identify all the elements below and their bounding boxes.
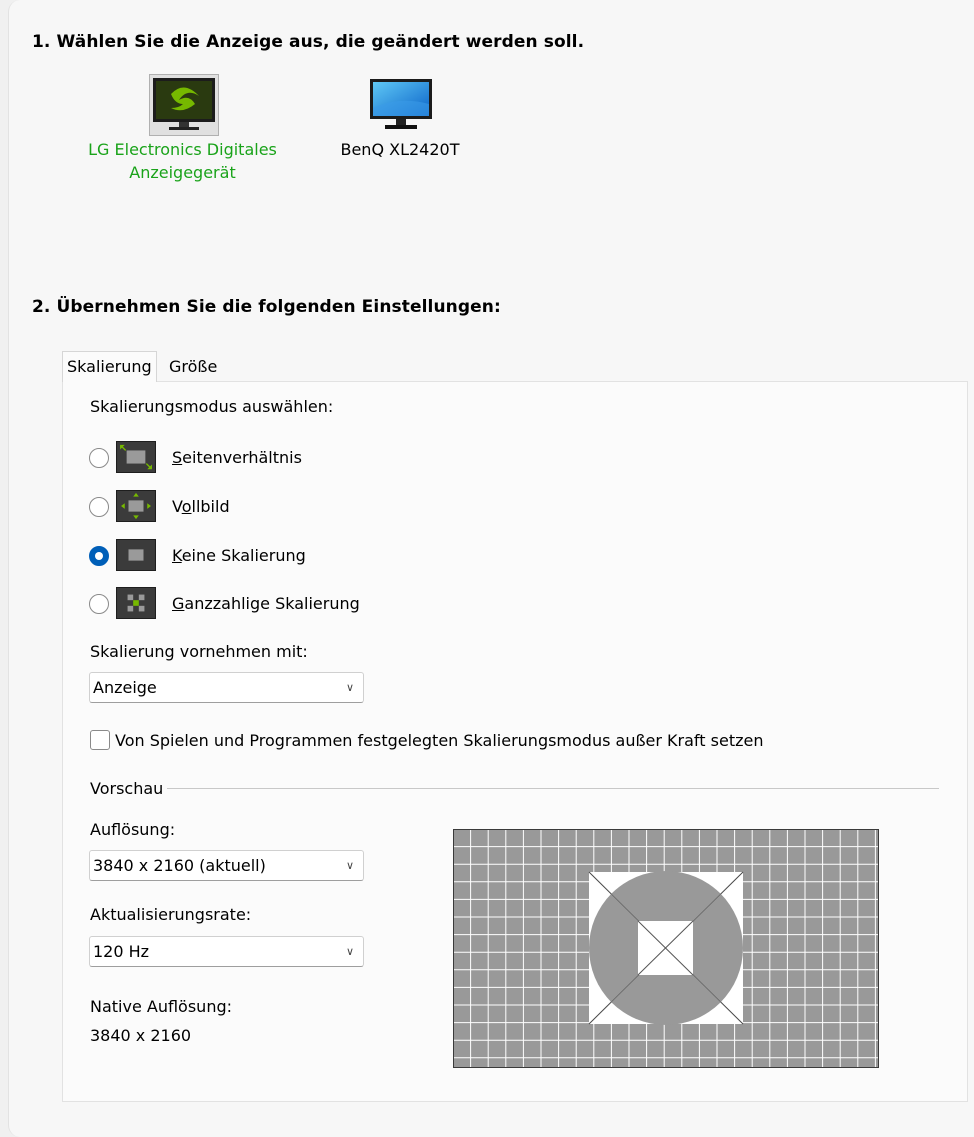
resolution-select[interactable]: 3840 x 2160 (aktuell) ∨ xyxy=(89,850,364,881)
radio-keine-skalierung[interactable] xyxy=(89,546,109,566)
mode-label-seitenverhaeltnis[interactable]: Seitenverhältnis xyxy=(172,448,302,467)
radio-ganzzahlige-skalierung[interactable] xyxy=(89,594,109,614)
display-benq-name: BenQ XL2420T xyxy=(340,140,460,159)
chevron-down-icon: ∨ xyxy=(345,859,354,872)
fullscreen-icon xyxy=(116,490,156,522)
native-resolution-value: 3840 x 2160 xyxy=(90,1026,192,1045)
monitor-icon xyxy=(370,79,432,129)
mode-label-vollbild[interactable]: Vollbild xyxy=(172,497,230,516)
step1-heading: 1. Wählen Sie die Anzeige aus, die geänd… xyxy=(32,32,585,52)
display-lg-name-line2: Anzeigegerät xyxy=(129,163,236,182)
nvidia-monitor-icon xyxy=(149,74,219,136)
tab-skalierung[interactable]: Skalierung xyxy=(62,351,157,382)
display-lg-name-line1: LG Electronics Digitales xyxy=(88,140,277,159)
preview-group-divider xyxy=(167,788,939,789)
no-scaling-icon xyxy=(116,539,156,571)
tab-groesse[interactable]: Größe xyxy=(165,352,221,382)
perform-scaling-value: Anzeige xyxy=(93,678,157,697)
radio-vollbild[interactable] xyxy=(89,497,109,517)
aspect-ratio-icon xyxy=(116,441,156,473)
radio-seitenverhaeltnis[interactable] xyxy=(89,448,109,468)
refresh-rate-select[interactable]: 120 Hz ∨ xyxy=(89,936,364,967)
preview-test-pattern xyxy=(453,829,879,1068)
chevron-down-icon: ∨ xyxy=(345,945,354,958)
integer-scaling-icon xyxy=(116,587,156,619)
preview-group-label: Vorschau xyxy=(90,779,164,798)
step2-heading: 2. Übernehmen Sie die folgenden Einstell… xyxy=(32,297,501,317)
mode-label-keine-skalierung[interactable]: Keine Skalierung xyxy=(172,546,306,565)
override-checkbox[interactable] xyxy=(90,730,110,750)
refresh-rate-value: 120 Hz xyxy=(93,942,150,961)
resolution-label: Auflösung: xyxy=(90,820,176,839)
resolution-value: 3840 x 2160 (aktuell) xyxy=(93,856,266,875)
override-label[interactable]: Von Spielen und Programmen festgelegten … xyxy=(115,731,763,750)
scaling-mode-label: Skalierungsmodus auswählen: xyxy=(90,397,334,416)
perform-scaling-label: Skalierung vornehmen mit: xyxy=(90,642,308,661)
mode-label-ganzzahlige-skalierung[interactable]: Ganzzahlige Skalierung xyxy=(172,594,360,613)
refresh-rate-label: Aktualisierungsrate: xyxy=(90,905,252,924)
chevron-down-icon: ∨ xyxy=(345,681,354,694)
perform-scaling-select[interactable]: Anzeige ∨ xyxy=(89,672,364,703)
native-resolution-label: Native Auflösung: xyxy=(90,997,233,1016)
